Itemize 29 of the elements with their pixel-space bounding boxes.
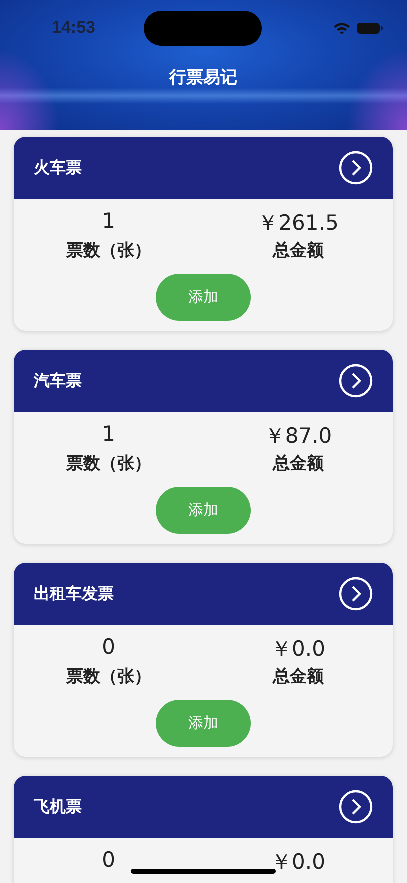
add-button[interactable]: 添加 — [156, 700, 251, 747]
total-amount: ￥87.0 — [263, 423, 334, 450]
total-amount: ￥261.5 — [256, 210, 340, 237]
card-title: 出租车发票 — [34, 584, 114, 604]
ticket-count: 0 — [101, 635, 116, 661]
status-time: 14:53 — [52, 18, 96, 38]
chevron-circle-icon[interactable] — [339, 790, 373, 824]
chevron-circle-icon[interactable] — [339, 151, 373, 185]
count-label: 票数（张） — [65, 453, 152, 475]
add-button[interactable]: 添加 — [156, 487, 251, 534]
chevron-circle-icon[interactable] — [339, 577, 373, 611]
card-title: 汽车票 — [34, 370, 82, 392]
wifi-icon — [333, 22, 351, 34]
ticket-count: 1 — [101, 209, 116, 235]
total-amount: ￥0.0 — [270, 636, 326, 663]
ticket-count: 0 — [101, 848, 116, 874]
total-amount: ￥0.0 — [270, 849, 326, 876]
card-title: 火车票 — [34, 158, 82, 178]
amount-label: 总金额 — [272, 666, 325, 688]
card-title: 飞机票 — [34, 796, 82, 818]
amount-label: 总金额 — [272, 453, 325, 475]
count-label: 票数（张） — [65, 666, 152, 688]
add-button[interactable]: 添加 — [156, 274, 251, 321]
ticket-count: 1 — [101, 422, 116, 448]
amount-label: 总金额 — [272, 240, 325, 262]
battery-icon — [357, 22, 383, 34]
chevron-circle-icon[interactable] — [339, 364, 373, 398]
count-label: 票数（张） — [65, 240, 152, 262]
app-title: 行票易记 — [168, 67, 238, 89]
